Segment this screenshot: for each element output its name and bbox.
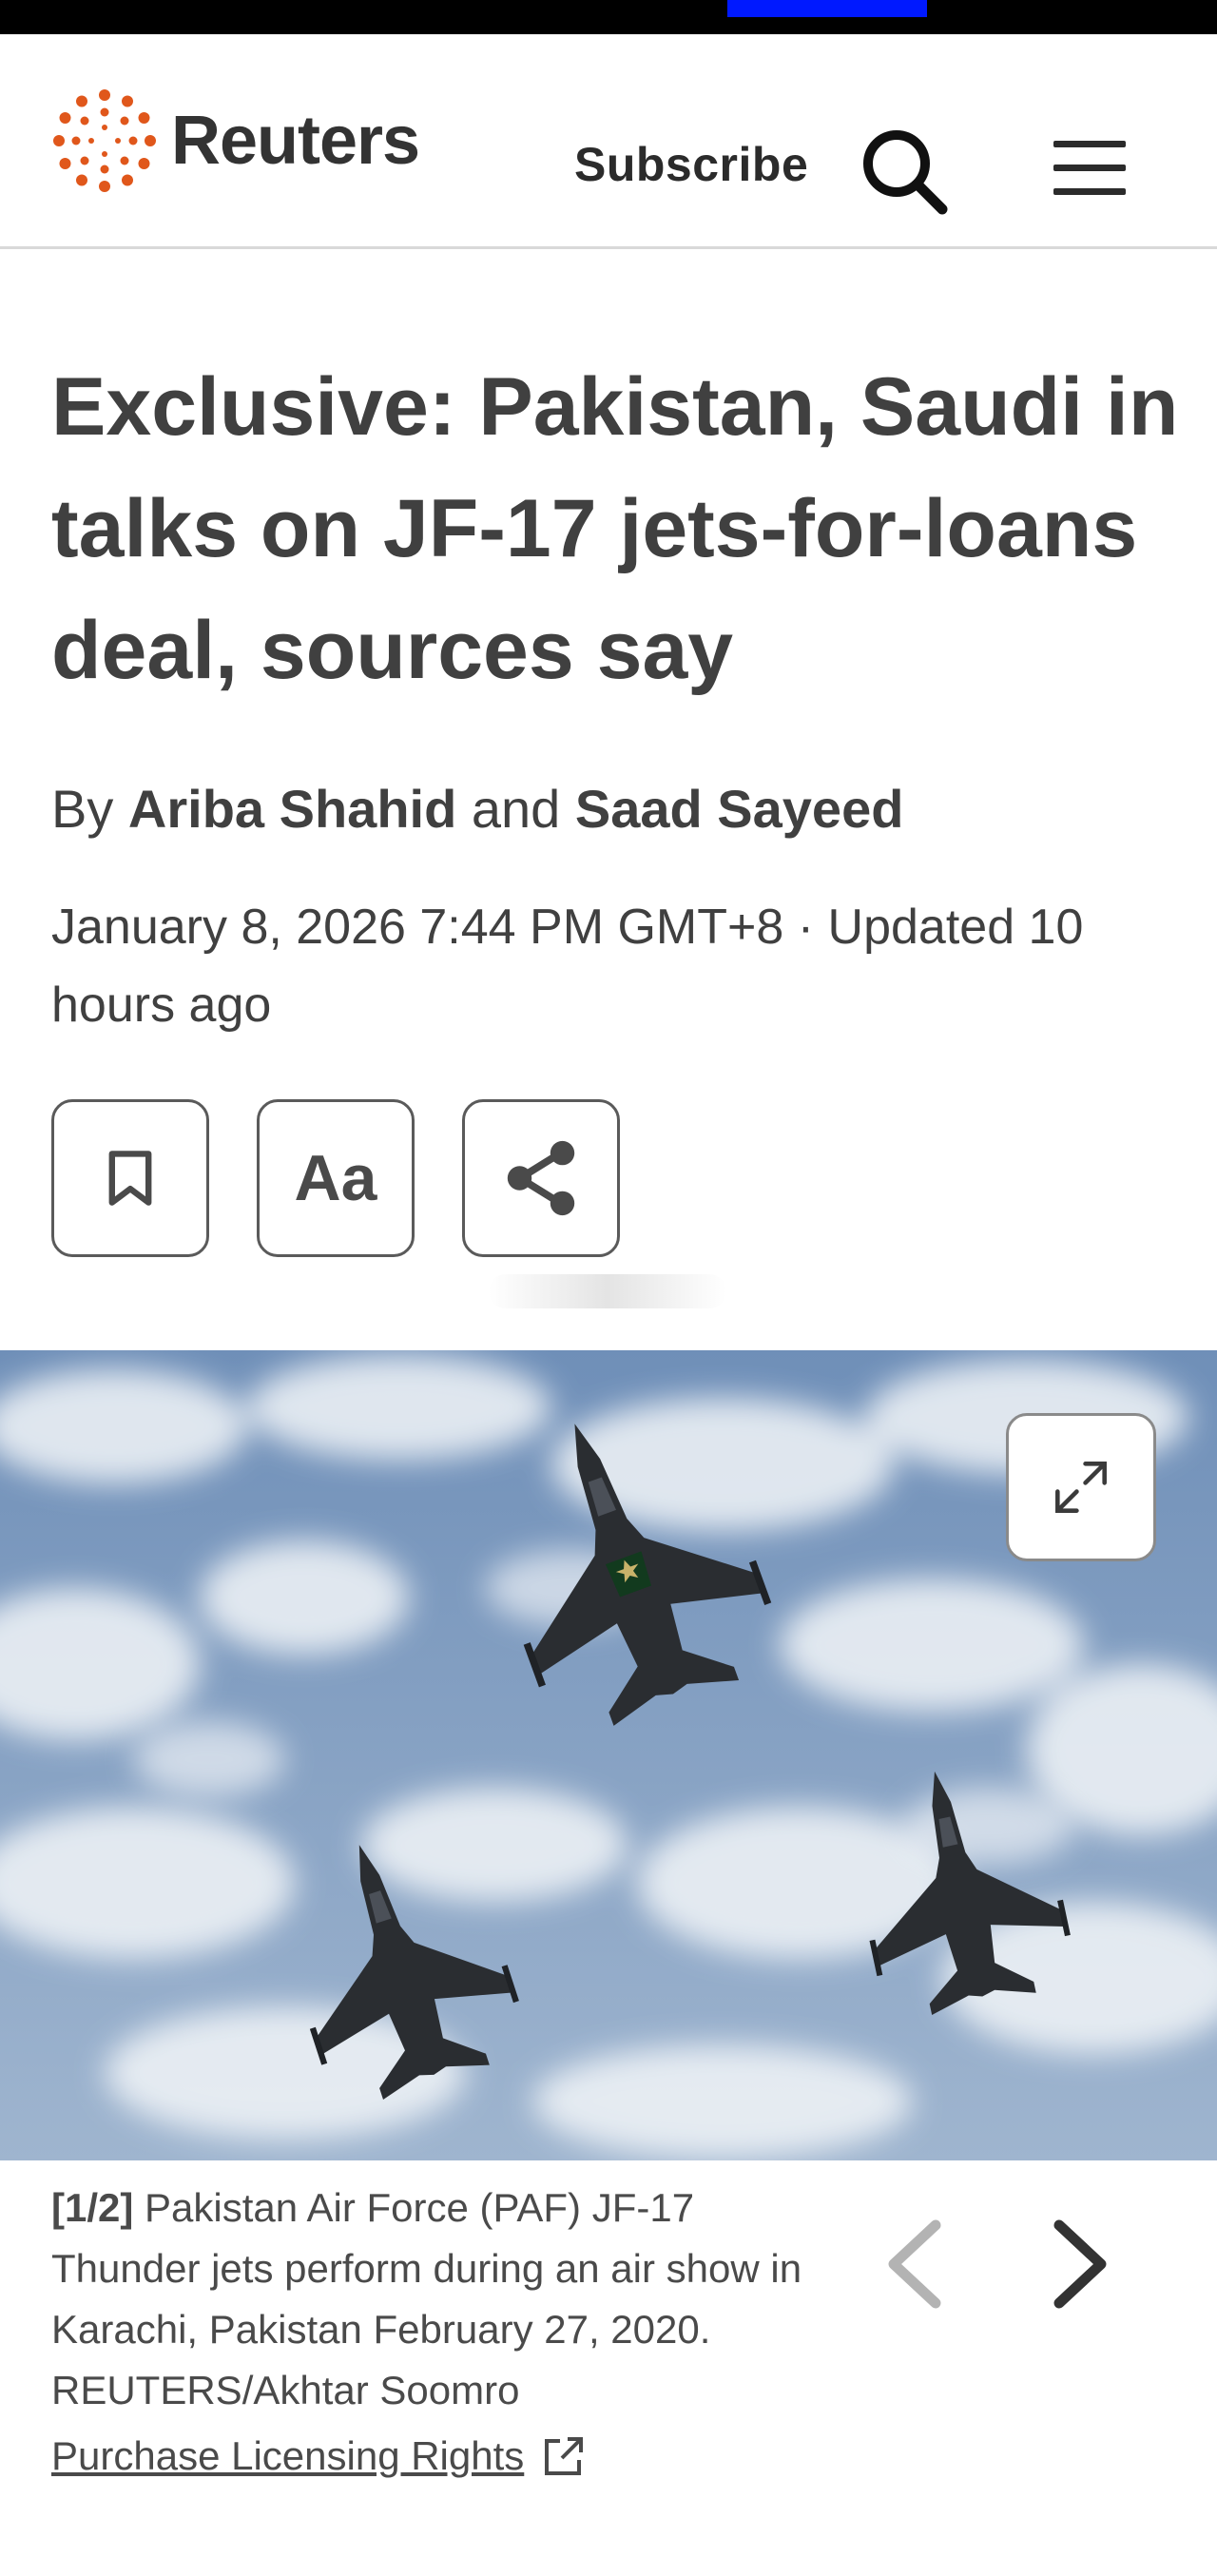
purchase-licensing-link[interactable]: Purchase Licensing Rights [51,2426,587,2487]
reuters-dots-icon [53,89,156,192]
byline-conjunction: and [471,779,561,839]
expand-icon [1055,1462,1107,1513]
byline-prefix: By [51,779,114,839]
expand-photo-button[interactable] [1006,1413,1156,1561]
photo-caption: [1/2] Pakistan Air Force (PAF) JF-17 Thu… [51,2178,812,2421]
author-link-2[interactable]: Saad Sayeed [575,779,904,839]
loading-placeholder [489,1274,726,1308]
photo-counter: [1/2] [51,2185,134,2230]
hamburger-menu-icon[interactable] [1053,141,1126,196]
text-size-button[interactable]: Aa [257,1099,415,1257]
chevron-right-icon [1053,2219,1107,2309]
photo-caption-text: Pakistan Air Force (PAF) JF-17 Thunder j… [51,2185,802,2412]
status-bar [0,0,1217,34]
search-icon [863,130,948,215]
bookmark-button[interactable] [51,1099,209,1257]
next-photo-button[interactable] [1042,2214,1118,2315]
subscribe-link[interactable]: Subscribe [574,141,808,188]
previous-photo-button[interactable] [877,2214,953,2315]
article-dateline: January 8, 2026 7:44 PM GMT+8 · Updated … [51,900,1084,1033]
licensing-label: Purchase Licensing Rights [51,2433,525,2478]
byline: By Ariba Shahid and Saad Sayeed [51,778,903,841]
article-headline: Exclusive: Pakistan, Saudi in talks on J… [51,361,1179,696]
bookmark-icon [108,1151,152,1206]
site-header: Reuters Subscribe [0,34,1217,249]
share-icon [507,1140,575,1216]
reuters-wordmark: Reuters [171,103,420,179]
chevron-left-icon [888,2219,941,2309]
external-link-icon [545,2437,584,2475]
search-button[interactable] [860,127,948,215]
text-size-label: Aa [294,1142,377,1214]
live-tab-indicator [727,0,927,17]
share-button[interactable] [462,1099,620,1257]
author-link-1[interactable]: Ariba Shahid [128,779,456,839]
reuters-logo[interactable]: Reuters [51,87,420,194]
